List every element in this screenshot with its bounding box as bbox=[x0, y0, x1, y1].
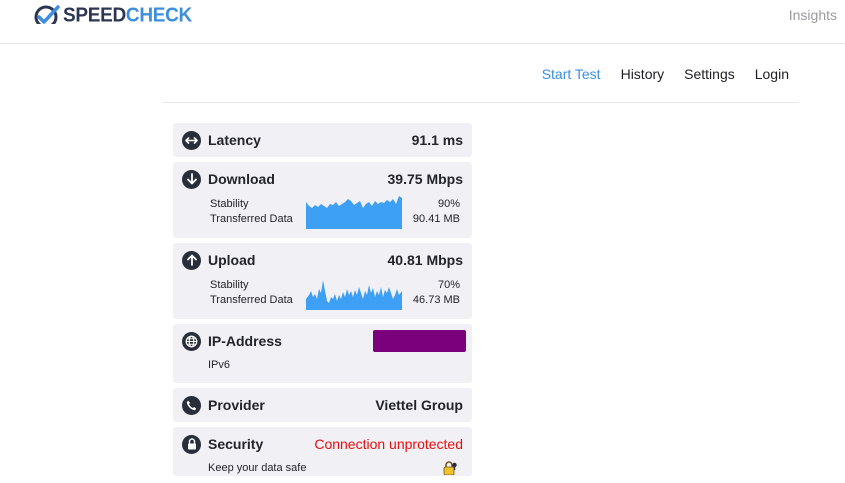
download-card: Download 39.75 Mbps Stability Transferre… bbox=[173, 162, 472, 238]
top-bar: SPEEDCHECK Insights bbox=[0, 0, 845, 44]
padlock-key-icon[interactable] bbox=[442, 461, 458, 480]
gauge-check-icon bbox=[34, 5, 60, 28]
provider-label: Provider bbox=[208, 397, 265, 413]
upload-transferred-label: Transferred Data bbox=[210, 294, 293, 306]
provider-card: Provider Viettel Group bbox=[173, 388, 472, 422]
speedcheck-logo[interactable]: SPEEDCHECK bbox=[34, 4, 192, 28]
latency-card: Latency 91.1 ms bbox=[173, 123, 472, 157]
upload-label: Upload bbox=[208, 252, 256, 268]
latency-value: 91.1 ms bbox=[411, 132, 463, 148]
download-details: Stability Transferred Data 90% 90.41 MB bbox=[173, 196, 472, 230]
download-speed-graph bbox=[306, 196, 402, 229]
ip-address-redacted bbox=[373, 330, 466, 352]
upload-stability-label: Stability bbox=[210, 279, 249, 291]
arrow-up-icon bbox=[182, 250, 201, 270]
download-stability-label: Stability bbox=[210, 198, 249, 210]
ip-address-card: IP-Address IPv6 bbox=[173, 324, 472, 383]
arrow-down-icon bbox=[182, 169, 201, 189]
provider-value: Viettel Group bbox=[375, 397, 463, 413]
lock-icon bbox=[182, 434, 201, 454]
download-label: Download bbox=[208, 171, 275, 187]
latency-label: Latency bbox=[208, 132, 261, 148]
download-transferred-value: 90.41 MB bbox=[412, 213, 460, 225]
download-stability-value: 90% bbox=[437, 198, 460, 210]
ip-version: IPv6 bbox=[208, 359, 231, 371]
nav-login[interactable]: Login bbox=[755, 66, 789, 82]
nav-settings[interactable]: Settings bbox=[684, 66, 735, 82]
insights-link[interactable]: Insights bbox=[789, 7, 837, 23]
security-label: Security bbox=[208, 436, 264, 452]
main-nav: Start Test History Settings Login bbox=[163, 44, 799, 103]
security-hint: Keep your data safe bbox=[208, 462, 307, 474]
upload-card: Upload 40.81 Mbps Stability Transferred … bbox=[173, 243, 472, 319]
upload-details: Stability Transferred Data 70% 46.73 MB bbox=[173, 277, 472, 311]
upload-stability-value: 70% bbox=[437, 279, 460, 291]
nav-start-test[interactable]: Start Test bbox=[542, 66, 601, 82]
download-transferred-label: Transferred Data bbox=[210, 213, 293, 225]
phone-icon bbox=[182, 395, 201, 415]
upload-value: 40.81 Mbps bbox=[387, 252, 463, 268]
upload-transferred-value: 46.73 MB bbox=[412, 294, 460, 306]
globe-icon bbox=[182, 331, 201, 351]
arrows-horizontal-icon bbox=[182, 130, 201, 150]
results-panel: Latency 91.1 ms Download 39.75 Mbps Stab… bbox=[173, 123, 472, 481]
security-card: Security Connection unprotected Keep you… bbox=[173, 427, 472, 476]
security-status: Connection unprotected bbox=[314, 436, 463, 452]
upload-speed-graph bbox=[306, 280, 402, 310]
brand-name: SPEEDCHECK bbox=[63, 4, 192, 27]
nav-history[interactable]: History bbox=[621, 66, 665, 82]
download-value: 39.75 Mbps bbox=[387, 171, 463, 187]
